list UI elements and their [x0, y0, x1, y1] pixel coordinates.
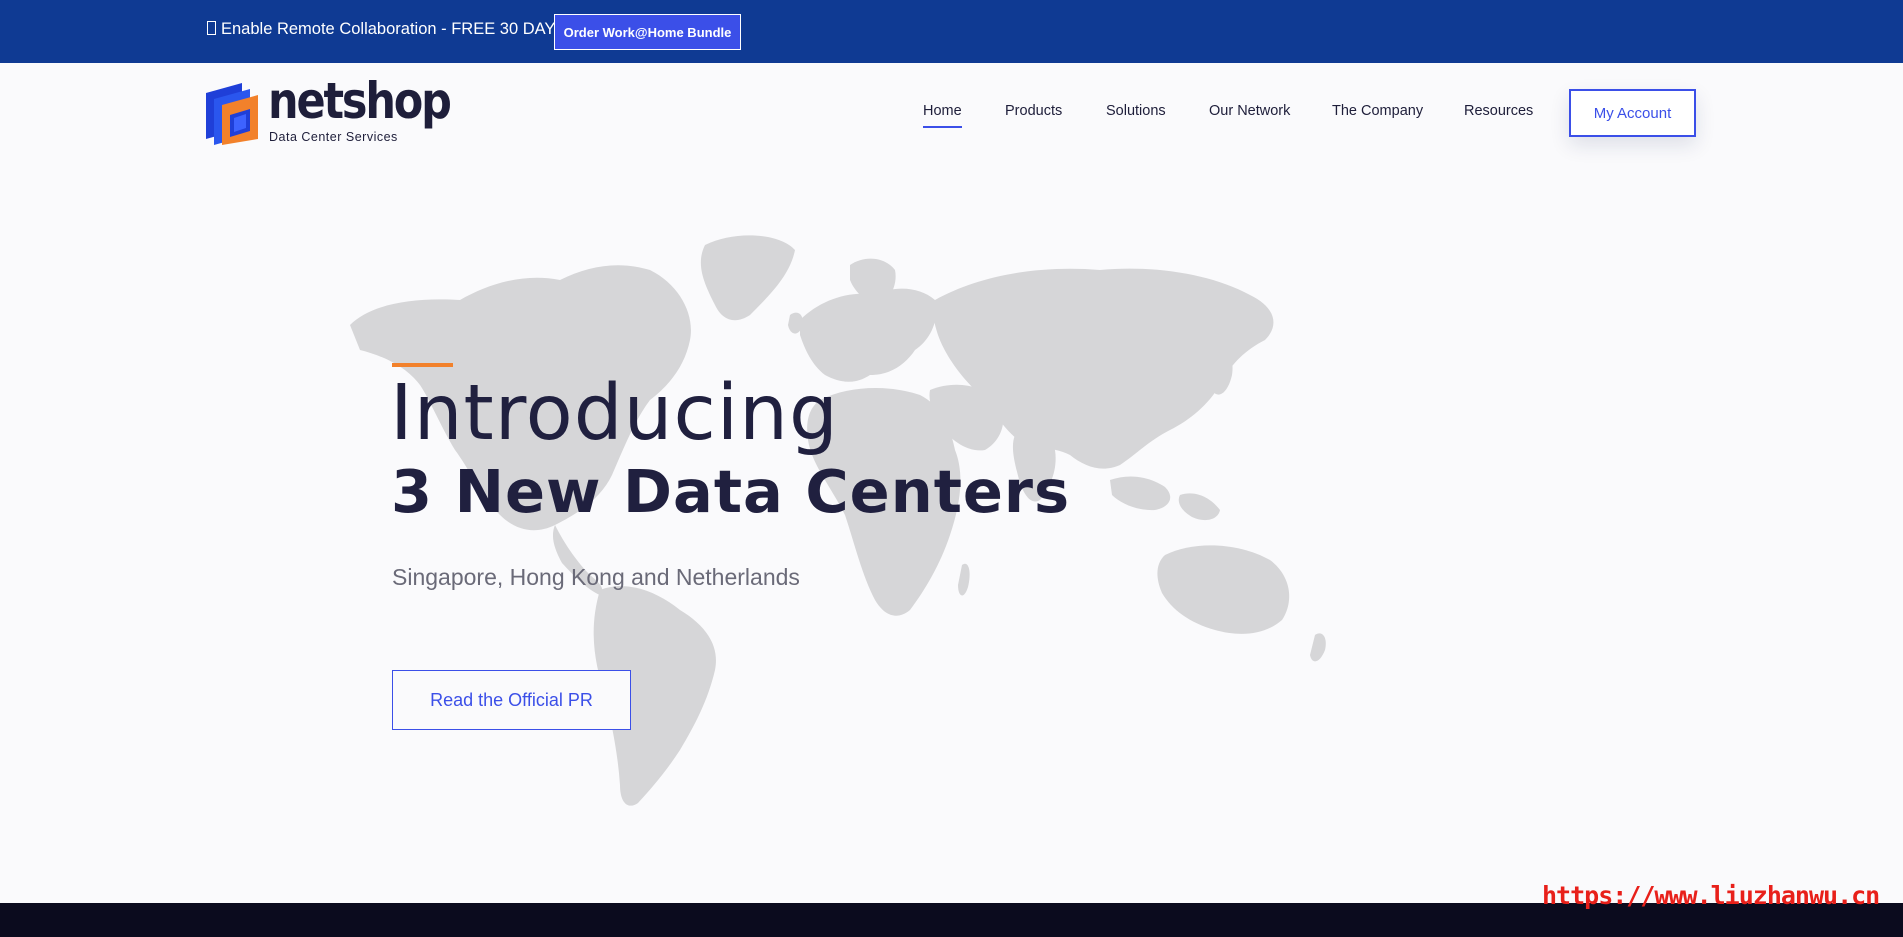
brand-tagline: Data Center Services — [269, 130, 398, 144]
netshop-logo[interactable]: netshop Data Center Services — [206, 76, 452, 147]
nav-item-home[interactable]: Home — [923, 103, 962, 128]
hero-lead: Singapore, Hong Kong and Netherlands — [392, 564, 800, 590]
hero-accent-line — [392, 363, 453, 367]
nav-item-products[interactable]: Products — [1005, 103, 1062, 119]
promo-text: Enable Remote Collaboration - FREE 30 DA… — [221, 20, 567, 38]
brand-name: netshop — [268, 72, 452, 130]
watermark-url: https://www.liuzhanwu.cn — [1542, 881, 1880, 910]
hero-subtitle: 3 New Data Centers — [391, 457, 1071, 526]
nav-item-solutions[interactable]: Solutions — [1106, 103, 1166, 119]
my-account-button[interactable]: My Account — [1569, 89, 1696, 137]
nav-item-the-company[interactable]: The Company — [1332, 103, 1423, 119]
nav-item-resources[interactable]: Resources — [1464, 103, 1533, 119]
promo-message: Enable Remote Collaboration - FREE 30 DA… — [207, 20, 566, 39]
hero-title: Introducing — [390, 369, 839, 458]
promo-bar: Enable Remote Collaboration - FREE 30 DA… — [0, 0, 1903, 63]
nav-item-our-network[interactable]: Our Network — [1209, 103, 1290, 119]
missing-glyph-icon — [207, 21, 216, 35]
read-pr-button[interactable]: Read the Official PR — [392, 670, 631, 730]
order-bundle-button[interactable]: Order Work@Home Bundle — [554, 14, 741, 50]
netshop-logo-icon — [206, 83, 258, 145]
